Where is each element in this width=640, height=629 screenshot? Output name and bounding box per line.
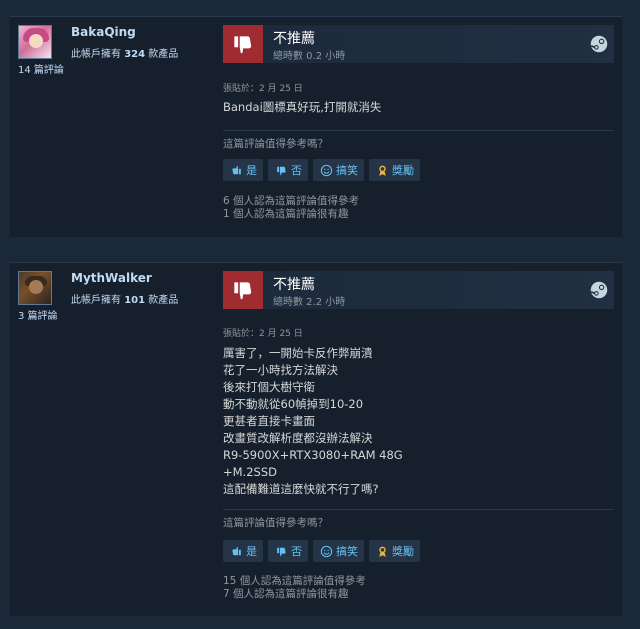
funny-count: 7 個人認為這篇評論很有趣 [223, 588, 349, 600]
hours-played: 總時數 0.2 小時 [273, 51, 346, 62]
vote-funny-button[interactable]: 搞笑 [313, 159, 364, 181]
vote-counts: 6 個人認為這篇評論值得參考 1 個人認為這篇評論很有趣 [223, 195, 359, 221]
review-content: 厲害了，一開始卡反作弊崩潰 花了一小時找方法解決 後來打個大樹守衛 動不動就從6… [223, 346, 403, 496]
products-owned[interactable]: 此帳戶擁有 324 款產品 [71, 45, 178, 60]
vote-buttons: 是 否 搞笑 獎勵 [223, 159, 420, 181]
award-label: 獎勵 [392, 164, 414, 177]
thumbs-up-icon [229, 544, 243, 558]
owned-prefix: 此帳戶擁有 [71, 49, 121, 60]
hours-played: 總時數 2.2 小時 [273, 297, 346, 308]
review-count[interactable]: 3 篇評論 [18, 307, 58, 322]
verdict-title[interactable]: 不推薦 [273, 274, 315, 294]
smiley-icon [319, 163, 333, 177]
vote-header[interactable]: 不推薦 總時數 2.2 小時 [223, 271, 614, 309]
vote-counts: 15 個人認為這篇評論值得參考 7 個人認為這篇評論很有趣 [223, 575, 366, 601]
helpful-question: 這篇評論值得參考嗎？ [223, 138, 328, 150]
vote-no-button[interactable]: 否 [268, 540, 308, 562]
award-label: 獎勵 [392, 545, 414, 558]
thumbs-down-icon [223, 271, 263, 309]
vote-funny-label: 搞笑 [336, 164, 358, 177]
helpful-count: 15 個人認為這篇評論值得參考 [223, 575, 366, 587]
helpful-question: 這篇評論值得參考嗎？ [223, 517, 328, 529]
steam-icon [590, 281, 608, 299]
thumbs-up-icon [229, 163, 243, 177]
verdict-title[interactable]: 不推薦 [273, 28, 315, 48]
award-button[interactable]: 獎勵 [369, 159, 420, 181]
avatar[interactable] [18, 25, 52, 59]
funny-count: 1 個人認為這篇評論很有趣 [223, 208, 349, 220]
vote-funny-button[interactable]: 搞笑 [313, 540, 364, 562]
vote-yes-label: 是 [246, 545, 257, 558]
username[interactable]: MythWalker [71, 271, 152, 285]
vote-no-button[interactable]: 否 [268, 159, 308, 181]
vote-buttons: 是 否 搞笑 獎勵 [223, 540, 420, 562]
award-icon [375, 163, 389, 177]
vote-funny-label: 搞笑 [336, 545, 358, 558]
thumbs-down-icon [274, 163, 288, 177]
owned-count: 101 [124, 295, 146, 306]
smiley-icon [319, 544, 333, 558]
review-content: Bandai圖標真好玩,打開就消失 [223, 100, 382, 114]
owned-suffix: 款產品 [148, 49, 179, 60]
award-icon [375, 544, 389, 558]
thumbs-down-icon [223, 25, 263, 63]
posted-date: 張貼於：2 月 25 日 [223, 84, 303, 94]
vote-header[interactable]: 不推薦 總時數 0.2 小時 [223, 25, 614, 63]
posted-date: 張貼於：2 月 25 日 [223, 329, 303, 339]
award-button[interactable]: 獎勵 [369, 540, 420, 562]
helpful-count: 6 個人認為這篇評論值得參考 [223, 195, 360, 207]
divider [223, 509, 614, 510]
vote-yes-label: 是 [246, 164, 257, 177]
review-card: MythWalker 此帳戶擁有 101 款產品 3 篇評論 不推薦 總時數 2… [10, 262, 622, 616]
owned-suffix: 款產品 [148, 295, 179, 306]
owned-count: 324 [124, 49, 146, 60]
vote-yes-button[interactable]: 是 [223, 540, 263, 562]
divider [223, 130, 614, 131]
products-owned[interactable]: 此帳戶擁有 101 款產品 [71, 291, 178, 306]
username[interactable]: BakaQing [71, 25, 136, 39]
review-count[interactable]: 14 篇評論 [18, 61, 64, 76]
vote-yes-button[interactable]: 是 [223, 159, 263, 181]
thumbs-down-icon [274, 544, 288, 558]
vote-no-label: 否 [291, 545, 302, 558]
avatar[interactable] [18, 271, 52, 305]
owned-prefix: 此帳戶擁有 [71, 295, 121, 306]
steam-icon [590, 35, 608, 53]
vote-no-label: 否 [291, 164, 302, 177]
review-card: BakaQing 此帳戶擁有 324 款產品 14 篇評論 不推薦 總時數 0.… [10, 16, 622, 237]
